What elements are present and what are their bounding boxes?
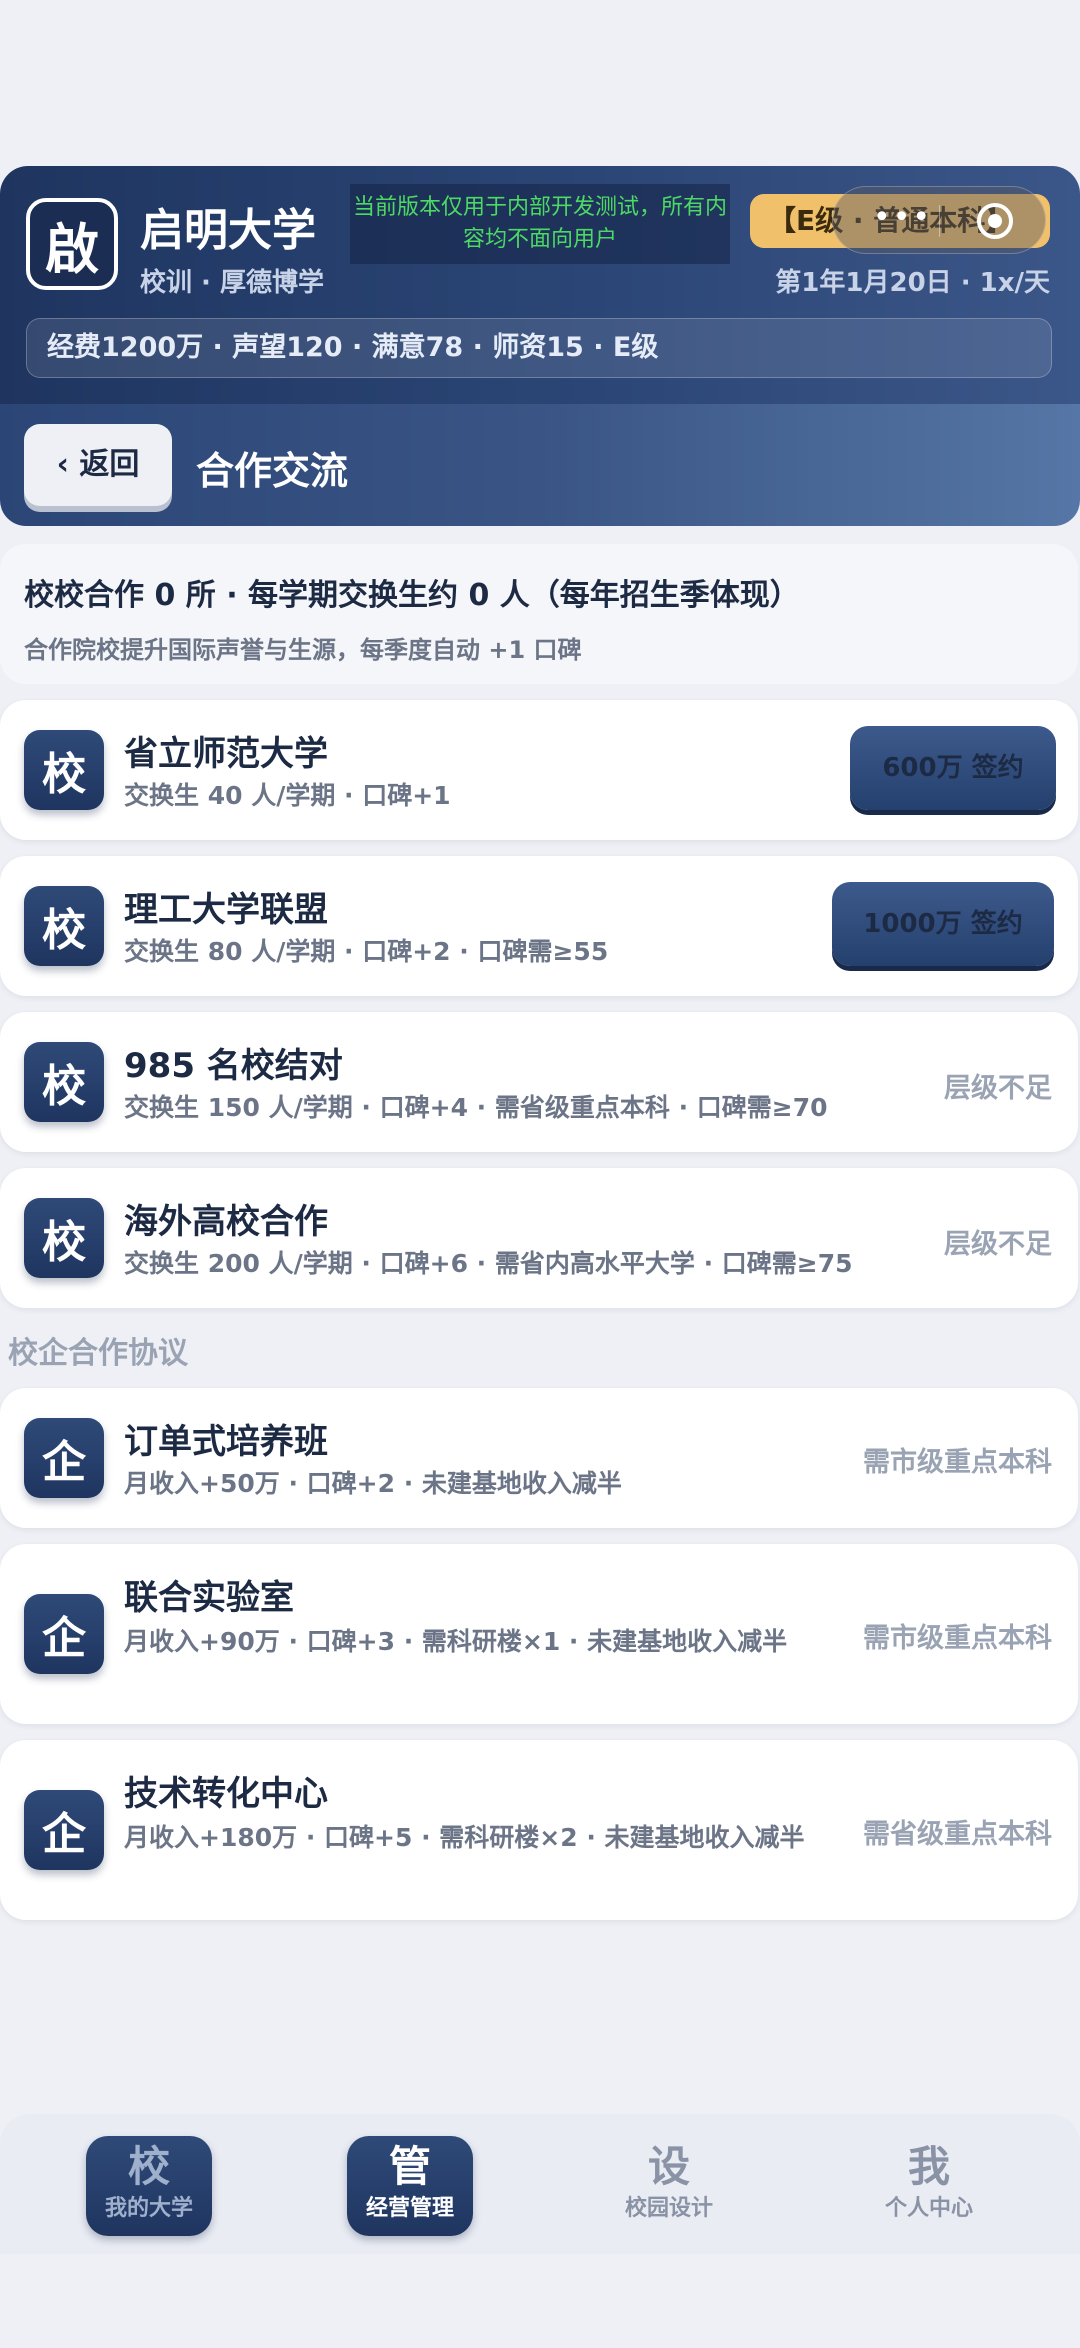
enterprise-title: 技术转化中心 bbox=[124, 1774, 328, 1814]
game-date-speed: 第1年1月20日 · 1x/天 bbox=[775, 268, 1050, 298]
partner-card-overseas: 校 海外高校合作 交换生 200 人/学期 · 口碑+6 · 需省内高水平大学 … bbox=[0, 1168, 1078, 1308]
tab-my-university-icon: 校 bbox=[127, 2142, 170, 2191]
tab-operations-label: 经营管理 bbox=[365, 2196, 454, 2221]
bottom-tab-bar: 校 我的大学 管 经营管理 设 校园设计 我 个人中心 bbox=[0, 2114, 1080, 2254]
page-subheader: ‹ 返回 合作交流 bbox=[0, 404, 1080, 526]
enterprise-title: 订单式培养班 bbox=[124, 1422, 328, 1462]
enterprise-card-tech-transfer: 企 技术转化中心 月收入+180万 · 口碑+5 · 需科研楼×2 · 未建基地… bbox=[0, 1740, 1078, 1920]
partner-title: 985 名校结对 bbox=[124, 1046, 343, 1086]
school-motto: 校训 · 厚德博学 bbox=[140, 268, 324, 298]
close-target-icon[interactable] bbox=[977, 203, 1013, 239]
tab-operations[interactable]: 管 经营管理 bbox=[347, 2136, 473, 2236]
tab-campus-design-label: 校园设计 bbox=[624, 2196, 713, 2221]
partner-title: 理工大学联盟 bbox=[124, 890, 328, 930]
enterprise-card-order-class: 企 订单式培养班 月收入+50万 · 口碑+2 · 未建基地收入减半 需市级重点… bbox=[0, 1388, 1078, 1528]
tab-operations-icon: 管 bbox=[388, 2142, 431, 2191]
sign-button[interactable]: 600万 签约 bbox=[850, 726, 1056, 810]
partner-card-normal-university: 校 省立师范大学 交换生 40 人/学期 · 口碑+1 600万 签约 bbox=[0, 700, 1078, 840]
miniprogram-capsule[interactable]: ••• bbox=[832, 186, 1046, 254]
locked-status: 层级不足 bbox=[944, 1073, 1052, 1104]
enterprise-section-label: 校企合作协议 bbox=[8, 1336, 188, 1371]
tab-profile[interactable]: 我 个人中心 bbox=[866, 2136, 992, 2236]
partner-card-polytech-alliance: 校 理工大学联盟 交换生 80 人/学期 · 口碑+2 · 口碑需≥55 100… bbox=[0, 856, 1078, 996]
school-icon: 校 bbox=[24, 886, 104, 966]
requirement-status: 需市级重点本科 bbox=[863, 1623, 1052, 1654]
enterprise-details: 月收入+90万 · 口碑+3 · 需科研楼×1 · 未建基地收入减半 bbox=[124, 1627, 788, 1656]
page-title: 合作交流 bbox=[196, 449, 349, 493]
locked-status: 层级不足 bbox=[944, 1229, 1052, 1260]
partner-title: 省立师范大学 bbox=[124, 734, 328, 774]
enterprise-card-joint-lab: 企 联合实验室 月收入+90万 · 口碑+3 · 需科研楼×1 · 未建基地收入… bbox=[0, 1544, 1078, 1724]
school-icon: 校 bbox=[24, 1198, 104, 1278]
capsule-divider bbox=[939, 205, 940, 237]
partner-details: 交换生 150 人/学期 · 口碑+4 · 需省级重点本科 · 口碑需≥70 bbox=[124, 1093, 828, 1122]
partner-details: 交换生 200 人/学期 · 口碑+6 · 需省内高水平大学 · 口碑需≥75 bbox=[124, 1249, 853, 1278]
partner-card-985-pairing: 校 985 名校结对 交换生 150 人/学期 · 口碑+4 · 需省级重点本科… bbox=[0, 1012, 1078, 1152]
sign-button[interactable]: 1000万 签约 bbox=[832, 882, 1054, 966]
enterprise-title: 联合实验室 bbox=[124, 1578, 294, 1618]
tab-my-university[interactable]: 校 我的大学 bbox=[86, 2136, 212, 2236]
school-icon: 校 bbox=[24, 730, 104, 810]
tab-profile-icon: 我 bbox=[907, 2142, 950, 2191]
partner-title: 海外高校合作 bbox=[124, 1202, 328, 1242]
enterprise-details: 月收入+50万 · 口碑+2 · 未建基地收入减半 bbox=[124, 1469, 622, 1498]
tab-campus-design-icon: 设 bbox=[647, 2142, 690, 2191]
university-name: 启明大学 bbox=[140, 205, 316, 256]
back-button[interactable]: ‹ 返回 bbox=[24, 424, 172, 506]
dev-notice-banner: 当前版本仅用于内部开发测试，所有内容均不面向用户 bbox=[350, 184, 730, 264]
tab-campus-design[interactable]: 设 校园设计 bbox=[606, 2136, 732, 2236]
requirement-status: 需市级重点本科 bbox=[863, 1447, 1052, 1478]
school-header: 啟 启明大学 校训 · 厚德博学 当前版本仅用于内部开发测试，所有内容均不面向用… bbox=[0, 166, 1080, 404]
stats-bar: 经费1200万 · 声望120 · 满意78 · 师资15 · E级 bbox=[26, 318, 1052, 378]
more-icon[interactable]: ••• bbox=[873, 201, 932, 235]
school-logo: 啟 bbox=[26, 198, 118, 290]
partner-details: 交换生 40 人/学期 · 口碑+1 bbox=[124, 781, 451, 810]
requirement-status: 需省级重点本科 bbox=[863, 1819, 1052, 1850]
summary-headline: 校校合作 0 所 · 每学期交换生约 0 人（每年招生季体现） bbox=[24, 578, 800, 613]
enterprise-icon: 企 bbox=[24, 1418, 104, 1498]
summary-description: 合作院校提升国际声誉与生源，每季度自动 +1 口碑 bbox=[24, 636, 582, 664]
partner-details: 交换生 80 人/学期 · 口碑+2 · 口碑需≥55 bbox=[124, 937, 609, 966]
enterprise-icon: 企 bbox=[24, 1594, 104, 1674]
tab-profile-label: 个人中心 bbox=[884, 2196, 973, 2221]
cooperation-summary: 校校合作 0 所 · 每学期交换生约 0 人（每年招生季体现） 合作院校提升国际… bbox=[0, 544, 1078, 684]
tab-my-university-label: 我的大学 bbox=[104, 2196, 193, 2221]
enterprise-details: 月收入+180万 · 口碑+5 · 需科研楼×2 · 未建基地收入减半 bbox=[124, 1823, 805, 1852]
enterprise-icon: 企 bbox=[24, 1790, 104, 1870]
school-icon: 校 bbox=[24, 1042, 104, 1122]
